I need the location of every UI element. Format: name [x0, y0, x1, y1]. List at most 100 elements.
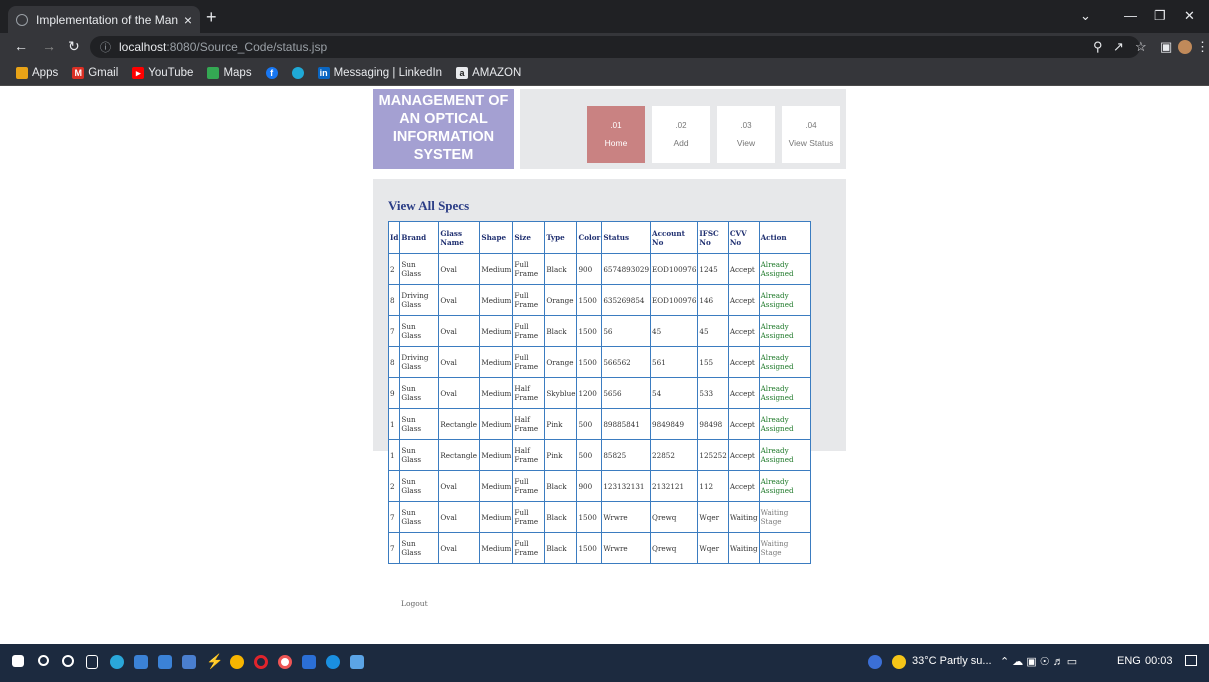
language-indicator[interactable]: ENG	[1117, 655, 1141, 667]
bookmark-amazon[interactable]: a AMAZON	[456, 67, 521, 79]
sidebar-icon[interactable]: ▣	[1160, 39, 1172, 55]
maximize-icon[interactable]: ❐	[1154, 8, 1166, 24]
table-cell: Orange	[544, 346, 578, 378]
table-row: 2 Sun Glass Oval Medium Full Frame Black 900 65…	[387, 253, 811, 285]
column-header: Size	[512, 221, 546, 254]
table-cell: 2	[387, 470, 401, 502]
table-cell: 89885841	[601, 408, 652, 440]
table-cell: Wqer	[697, 501, 729, 533]
page-content: MANAGEMENT OF AN OPTICAL INFORMATION SYS…	[0, 86, 1209, 644]
lightning-icon[interactable]: ⚡	[206, 653, 223, 669]
url-input[interactable]: ⓘ localhost :8080/Source_Code/status.jsp	[90, 36, 1140, 58]
edge-icon[interactable]	[110, 655, 124, 669]
action-cell[interactable]: Already Assigned	[758, 377, 811, 409]
shield-app-icon[interactable]	[326, 655, 340, 669]
logout-link[interactable]: Logout	[401, 599, 428, 608]
record-icon[interactable]	[278, 655, 292, 669]
bookmark-apps[interactable]: Apps	[16, 67, 58, 79]
action-cell[interactable]: Waiting Stage	[758, 532, 811, 564]
table-cell: Full Frame	[512, 346, 546, 378]
mail-icon[interactable]	[158, 655, 172, 669]
action-cell[interactable]: Already Assigned	[758, 439, 811, 471]
photos-icon[interactable]	[350, 655, 364, 669]
table-cell: Waiting	[727, 532, 760, 564]
table-cell: Half Frame	[512, 439, 546, 471]
table-cell: 9	[387, 377, 401, 409]
table-cell: 1	[387, 408, 401, 440]
chevron-down-icon[interactable]: ⌄	[1080, 8, 1091, 24]
extension-icon	[291, 67, 304, 79]
profile-avatar[interactable]	[1178, 40, 1192, 54]
bookmark-facebook[interactable]: f	[265, 67, 278, 79]
clock[interactable]: 00:03	[1145, 655, 1173, 667]
weather-text[interactable]: 33°C Partly su...	[912, 655, 992, 667]
opera-icon[interactable]	[254, 655, 268, 669]
close-window-icon[interactable]: ✕	[1184, 8, 1195, 24]
table-cell: Pink	[544, 408, 578, 440]
app-icon[interactable]	[182, 655, 196, 669]
table-cell: Full Frame	[512, 532, 546, 564]
table-cell: 1500	[576, 284, 603, 316]
column-header: IFSC No	[697, 221, 729, 254]
menu-dots-icon[interactable]: ⋮	[1196, 39, 1209, 55]
table-cell: Black	[544, 532, 578, 564]
action-cell[interactable]: Already Assigned	[758, 315, 811, 347]
table-cell: 123132131	[601, 470, 652, 502]
cortana-icon[interactable]	[62, 655, 74, 667]
nav-view[interactable]: .03 View	[717, 106, 775, 163]
back-arrow-icon[interactable]: ←	[14, 38, 28, 54]
table-cell: Medium	[479, 377, 514, 409]
column-header: Color	[576, 221, 603, 254]
site-logo[interactable]: MANAGEMENT OF AN OPTICAL INFORMATION SYS…	[373, 89, 514, 169]
table-cell: Oval	[438, 501, 481, 533]
table-cell: Sun Glass	[399, 377, 440, 409]
notifications-icon[interactable]	[1185, 655, 1197, 666]
table-cell: Oval	[438, 470, 481, 502]
nav-add[interactable]: .02 Add	[652, 106, 710, 163]
tray-icons[interactable]: ⌃ ☁ ▣ ☉ ♬ ▭	[1000, 655, 1077, 668]
tab-title: Implementation of the Managem	[36, 12, 178, 27]
bookmark-maps[interactable]: Maps	[207, 67, 252, 79]
table-cell: 7	[387, 315, 401, 347]
action-cell[interactable]: Already Assigned	[758, 470, 811, 502]
table-cell: 1500	[576, 501, 603, 533]
table-cell: 900	[576, 470, 603, 502]
zoom-icon[interactable]: ⚲	[1093, 39, 1103, 55]
star-icon[interactable]: ☆	[1135, 39, 1147, 55]
task-view-icon[interactable]	[86, 655, 98, 669]
bookmark-gmail[interactable]: M Gmail	[72, 67, 118, 79]
action-cell[interactable]: Already Assigned	[758, 346, 811, 378]
table-cell: Wrwre	[601, 501, 652, 533]
nav-view-status[interactable]: .04 View Status	[782, 106, 840, 163]
specs-table: Id Brand Glass Name Shape Size Type Color Statu…	[387, 221, 811, 564]
info-icon[interactable]: ⓘ	[100, 39, 111, 55]
forward-arrow-icon[interactable]: →	[42, 38, 56, 54]
browser-tab[interactable]: Implementation of the Managem ×	[8, 6, 200, 33]
help-icon[interactable]	[868, 655, 882, 669]
minimize-icon[interactable]: —	[1124, 8, 1137, 23]
nav-home[interactable]: .01 Home	[587, 106, 645, 163]
action-cell[interactable]: Already Assigned	[758, 284, 811, 316]
table-cell: Accept	[727, 284, 760, 316]
action-cell[interactable]: Already Assigned	[758, 253, 811, 285]
share-icon[interactable]: ↗	[1113, 39, 1124, 55]
table-row: 7 Sun Glass Oval Medium Full Frame Black 1500 W…	[387, 501, 811, 533]
chrome-icon[interactable]	[230, 655, 244, 669]
search-icon[interactable]	[38, 655, 49, 666]
bookmark-youtube[interactable]: ▸ YouTube	[132, 67, 193, 79]
table-cell: Full Frame	[512, 253, 546, 285]
new-tab-button[interactable]: +	[206, 8, 217, 26]
store-icon[interactable]	[134, 655, 148, 669]
word-icon[interactable]	[302, 655, 316, 669]
column-header: Type	[544, 221, 578, 254]
bookmark-extension[interactable]	[291, 67, 304, 79]
table-cell: 2	[387, 253, 401, 285]
reload-icon[interactable]: ↻	[68, 38, 80, 55]
table-row: 8 Driving Glass Oval Medium Full Frame Orange…	[387, 346, 811, 378]
bookmark-linkedin[interactable]: in Messaging | LinkedIn	[317, 67, 442, 79]
column-header: Glass Name	[438, 221, 481, 254]
action-cell[interactable]: Waiting Stage	[758, 501, 811, 533]
windows-start-icon[interactable]	[12, 655, 24, 667]
tab-close-icon[interactable]: ×	[184, 12, 192, 28]
action-cell[interactable]: Already Assigned	[758, 408, 811, 440]
